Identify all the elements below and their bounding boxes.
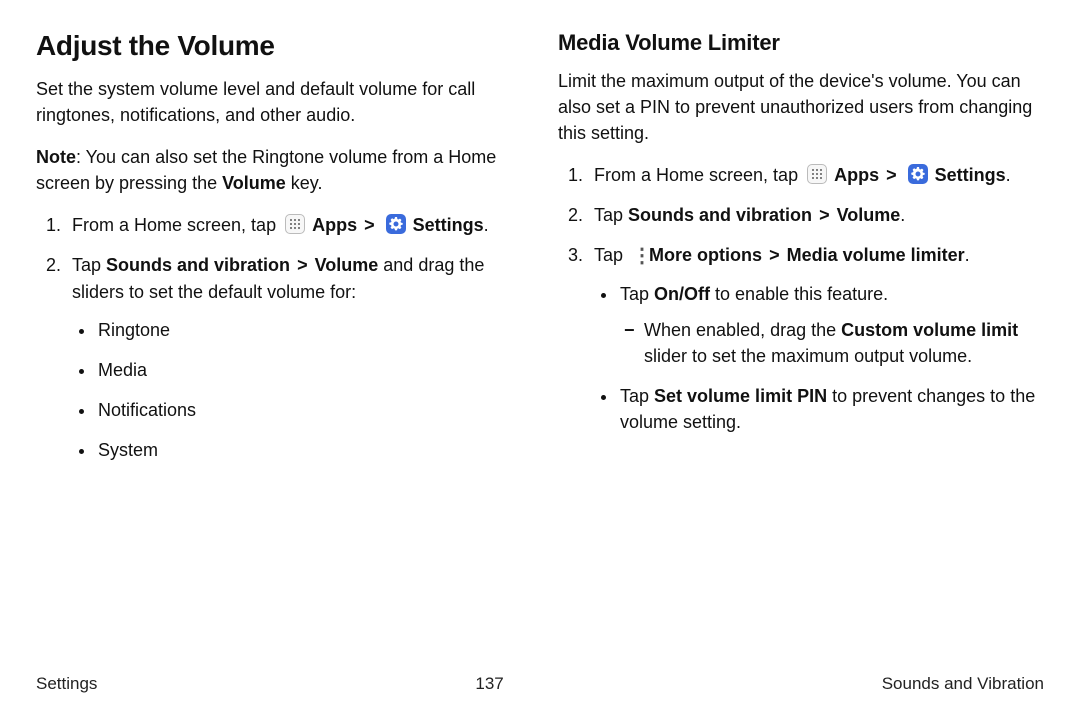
right-steps: From a Home screen, tap Apps > Settings.… bbox=[558, 162, 1044, 435]
dash-suffix: slider to set the maximum output volume. bbox=[644, 346, 972, 366]
bullet-system: System bbox=[96, 437, 522, 463]
right-step-2: Tap Sounds and vibration > Volume. bbox=[588, 202, 1044, 228]
separator: > bbox=[769, 245, 780, 265]
note-volume-key: Volume bbox=[222, 173, 286, 193]
bullet-onoff: Tap On/Off to enable this feature. When … bbox=[618, 281, 1044, 369]
set-volume-limit-pin: Set volume limit PIN bbox=[654, 386, 827, 406]
period: . bbox=[1006, 165, 1011, 185]
right-step-1: From a Home screen, tap Apps > Settings. bbox=[588, 162, 1044, 188]
right-intro: Limit the maximum output of the device's… bbox=[558, 68, 1044, 146]
step3-bullets: Tap On/Off to enable this feature. When … bbox=[594, 281, 1044, 435]
r-step1-prefix: From a Home screen, tap bbox=[594, 165, 803, 185]
left-column: Adjust the Volume Set the system volume … bbox=[36, 30, 522, 477]
footer-left: Settings bbox=[36, 674, 97, 694]
right-column: Media Volume Limiter Limit the maximum o… bbox=[558, 30, 1044, 477]
right-step-3: Tap More options > Media volume limiter.… bbox=[588, 242, 1044, 435]
onoff-suffix: to enable this feature. bbox=[710, 284, 888, 304]
dash-prefix: When enabled, drag the bbox=[644, 320, 841, 340]
note-text-2: key. bbox=[286, 173, 323, 193]
apps-icon bbox=[807, 164, 827, 184]
bullet-media: Media bbox=[96, 357, 522, 383]
settings-label: Settings bbox=[413, 215, 484, 235]
period: . bbox=[484, 215, 489, 235]
onoff-prefix: Tap bbox=[620, 284, 654, 304]
settings-label: Settings bbox=[935, 165, 1006, 185]
intro-text: Set the system volume level and default … bbox=[36, 76, 522, 128]
footer-right: Sounds and Vibration bbox=[882, 674, 1044, 694]
more-options-icon bbox=[632, 244, 640, 264]
volume-label: Volume bbox=[837, 205, 901, 225]
note-label: Note bbox=[36, 147, 76, 167]
apps-icon bbox=[285, 214, 305, 234]
media-volume-limiter-label: Media volume limiter bbox=[787, 245, 965, 265]
page-footer: Settings 137 Sounds and Vibration bbox=[36, 674, 1044, 694]
settings-icon bbox=[908, 164, 928, 184]
pin-prefix: Tap bbox=[620, 386, 654, 406]
separator: > bbox=[819, 205, 830, 225]
heading-media-limiter: Media Volume Limiter bbox=[558, 30, 1044, 56]
r-step2-prefix: Tap bbox=[594, 205, 628, 225]
separator: > bbox=[364, 215, 375, 235]
sounds-and-vibration: Sounds and vibration bbox=[106, 255, 290, 275]
apps-label: Apps bbox=[834, 165, 879, 185]
dash-custom-limit: When enabled, drag the Custom volume lim… bbox=[644, 317, 1044, 369]
left-step-1: From a Home screen, tap Apps > Settings. bbox=[66, 212, 522, 238]
note-paragraph: Note: You can also set the Ringtone volu… bbox=[36, 144, 522, 196]
bullet-pin: Tap Set volume limit PIN to prevent chan… bbox=[618, 383, 1044, 435]
heading-adjust-volume: Adjust the Volume bbox=[36, 30, 522, 62]
r-step3-prefix: Tap bbox=[594, 245, 628, 265]
bullet-notifications: Notifications bbox=[96, 397, 522, 423]
period: . bbox=[965, 245, 970, 265]
more-options-label: More options bbox=[649, 245, 762, 265]
volume-bullets: Ringtone Media Notifications System bbox=[72, 317, 522, 463]
step1-prefix: From a Home screen, tap bbox=[72, 215, 281, 235]
dash-list: When enabled, drag the Custom volume lim… bbox=[620, 317, 1044, 369]
apps-label: Apps bbox=[312, 215, 357, 235]
page-number: 137 bbox=[475, 674, 503, 694]
custom-volume-limit: Custom volume limit bbox=[841, 320, 1018, 340]
volume-label: Volume bbox=[315, 255, 379, 275]
separator: > bbox=[886, 165, 897, 185]
left-step-2: Tap Sounds and vibration > Volume and dr… bbox=[66, 252, 522, 463]
period: . bbox=[900, 205, 905, 225]
page-columns: Adjust the Volume Set the system volume … bbox=[36, 30, 1044, 477]
onoff-label: On/Off bbox=[654, 284, 710, 304]
bullet-ringtone: Ringtone bbox=[96, 317, 522, 343]
step2-prefix: Tap bbox=[72, 255, 106, 275]
settings-icon bbox=[386, 214, 406, 234]
left-steps: From a Home screen, tap Apps > Settings.… bbox=[36, 212, 522, 463]
separator: > bbox=[297, 255, 308, 275]
sounds-and-vibration: Sounds and vibration bbox=[628, 205, 812, 225]
